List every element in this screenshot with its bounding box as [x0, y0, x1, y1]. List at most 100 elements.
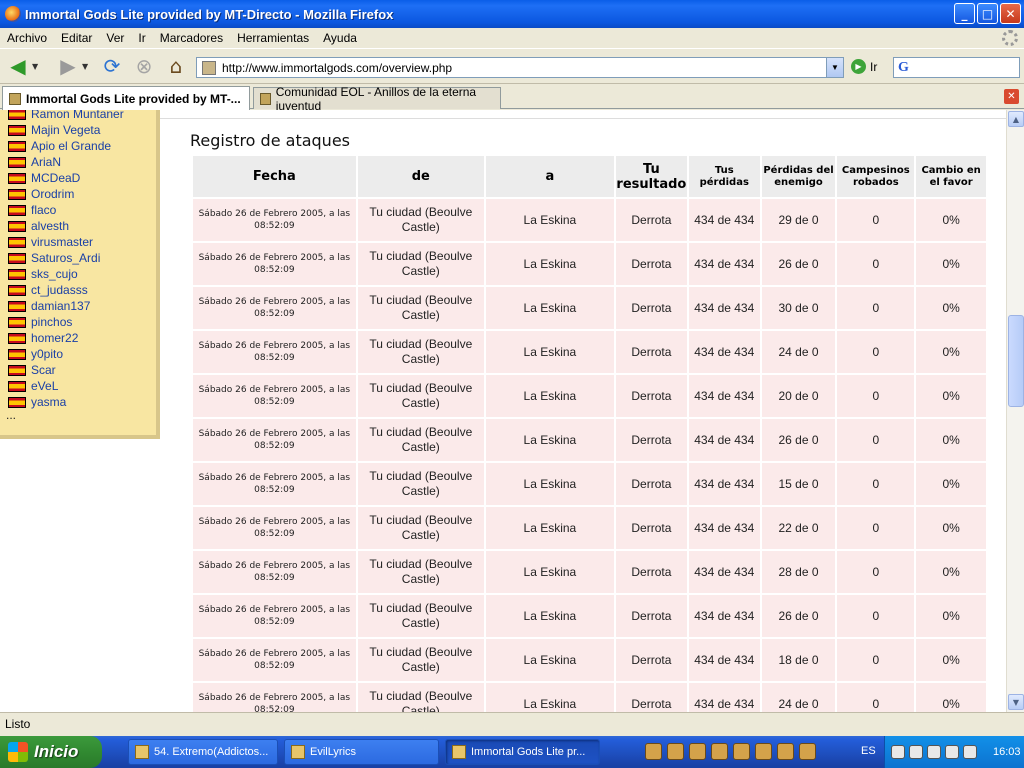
- player-link[interactable]: homer22: [8, 330, 124, 346]
- scroll-thumb[interactable]: [1008, 315, 1024, 407]
- close-tab-icon[interactable]: ✕: [1004, 89, 1019, 104]
- player-name[interactable]: virusmaster: [31, 235, 93, 249]
- player-link[interactable]: ct_judasss: [8, 282, 124, 298]
- task-button-firefox[interactable]: Immortal Gods Lite pr...: [445, 739, 600, 765]
- quick-launch-icon[interactable]: [733, 743, 750, 760]
- player-link[interactable]: damian137: [8, 298, 124, 314]
- player-name[interactable]: yasma: [31, 395, 66, 409]
- player-name[interactable]: flaco: [31, 203, 56, 217]
- language-indicator[interactable]: ES: [861, 745, 876, 757]
- scroll-down-icon[interactable]: ▼: [1008, 694, 1024, 710]
- quick-launch-icon[interactable]: [755, 743, 772, 760]
- spain-flag-icon: [8, 204, 26, 216]
- player-name[interactable]: sks_cujo: [31, 267, 78, 281]
- forward-button[interactable]: ▶: [54, 52, 82, 80]
- player-link[interactable]: AriaN: [8, 154, 124, 170]
- cell-fecha: Sábado 26 de Febrero 2005, a las 08:52:0…: [193, 683, 356, 712]
- player-name[interactable]: Majin Vegeta: [31, 123, 100, 137]
- tray-icon[interactable]: [927, 745, 941, 759]
- cell-cambio: 0%: [916, 595, 986, 637]
- vertical-scrollbar[interactable]: ▲ ▼: [1006, 110, 1024, 712]
- task-button-extremo[interactable]: 54. Extremo(Addictos...: [128, 739, 278, 765]
- menu-marcadores[interactable]: Marcadores: [153, 31, 230, 45]
- player-link[interactable]: Majin Vegeta: [8, 122, 124, 138]
- search-box[interactable]: G: [893, 57, 1020, 78]
- quick-launch-icon[interactable]: [711, 743, 728, 760]
- player-name[interactable]: Apio el Grande: [31, 139, 111, 153]
- player-link[interactable]: Apio el Grande: [8, 138, 124, 154]
- player-link[interactable]: y0pito: [8, 346, 124, 362]
- cell-a: La Eskina: [485, 463, 614, 505]
- window-titlebar[interactable]: Immortal Gods Lite provided by MT-Direct…: [0, 0, 1024, 28]
- cell-campesinos: 0: [837, 419, 915, 461]
- url-text[interactable]: http://www.immortalgods.com/overview.php: [222, 61, 452, 75]
- player-name[interactable]: AriaN: [31, 155, 61, 169]
- cell-cambio: 0%: [916, 551, 986, 593]
- more-players-link[interactable]: ...: [6, 408, 16, 422]
- quick-launch-icon[interactable]: [645, 743, 662, 760]
- tray-icon[interactable]: [909, 745, 923, 759]
- player-link[interactable]: MCDeaD: [8, 170, 124, 186]
- player-name[interactable]: homer22: [31, 331, 78, 345]
- player-link[interactable]: Saturos_Ardi: [8, 250, 124, 266]
- quick-launch-icon[interactable]: [667, 743, 684, 760]
- tray-icon[interactable]: [891, 745, 905, 759]
- menu-ir[interactable]: Ir: [131, 31, 152, 45]
- forward-history-dropdown-icon[interactable]: ▼: [82, 62, 92, 71]
- player-name[interactable]: pinchos: [31, 315, 72, 329]
- player-name[interactable]: Ramon Muntaner: [31, 110, 124, 121]
- menu-editar[interactable]: Editar: [54, 31, 99, 45]
- start-button[interactable]: Inicio: [0, 736, 102, 768]
- player-link[interactable]: alvesth: [8, 218, 124, 234]
- close-button[interactable]: ✕: [1000, 3, 1021, 24]
- player-link[interactable]: Scar: [8, 362, 124, 378]
- scroll-up-icon[interactable]: ▲: [1008, 111, 1024, 127]
- cell-resultado: Derrota: [615, 419, 687, 461]
- tray-icon[interactable]: [963, 745, 977, 759]
- player-link[interactable]: sks_cujo: [8, 266, 124, 282]
- url-bar[interactable]: http://www.immortalgods.com/overview.php…: [196, 57, 844, 78]
- minimize-button[interactable]: _: [954, 3, 975, 24]
- google-search-icon[interactable]: G: [898, 60, 909, 76]
- cell-perdidas-enemigo: 26 de 0: [761, 419, 836, 461]
- quick-launch-icon[interactable]: [689, 743, 706, 760]
- player-name[interactable]: ct_judasss: [31, 283, 88, 297]
- cell-tus-perdidas: 434 de 434: [688, 287, 760, 329]
- tray-icon[interactable]: [945, 745, 959, 759]
- player-link[interactable]: pinchos: [8, 314, 124, 330]
- player-link[interactable]: Ramon Muntaner: [8, 110, 124, 122]
- maximize-button[interactable]: □: [977, 3, 998, 24]
- player-name[interactable]: Saturos_Ardi: [31, 251, 100, 265]
- quick-launch-icon[interactable]: [777, 743, 794, 760]
- player-link[interactable]: eVeL: [8, 378, 124, 394]
- menu-ver[interactable]: Ver: [99, 31, 131, 45]
- stop-button[interactable]: ⊗: [130, 52, 158, 80]
- menu-archivo[interactable]: Archivo: [0, 31, 54, 45]
- player-name[interactable]: alvesth: [31, 219, 69, 233]
- back-history-dropdown-icon[interactable]: ▼: [32, 62, 42, 71]
- player-name[interactable]: Orodrim: [31, 187, 74, 201]
- reload-button[interactable]: ⟳: [98, 52, 126, 80]
- url-history-dropdown-icon[interactable]: ▼: [826, 58, 843, 77]
- quick-launch-icon[interactable]: [799, 743, 816, 760]
- player-link[interactable]: yasma: [8, 394, 124, 410]
- tab-comunidad-eol[interactable]: Comunidad EOL - Anillos de la eterna juv…: [253, 85, 501, 113]
- player-name[interactable]: y0pito: [31, 347, 63, 361]
- player-list: Ramon Muntaner Majin Vegeta Apio el Grande…: [8, 110, 124, 410]
- player-link[interactable]: virusmaster: [8, 234, 124, 250]
- header-tu-resultado: Tu resultado: [615, 156, 687, 197]
- player-name[interactable]: Scar: [31, 363, 56, 377]
- tab-immortal-gods[interactable]: Immortal Gods Lite provided by MT-...: [2, 86, 250, 110]
- menu-herramientas[interactable]: Herramientas: [230, 31, 316, 45]
- home-button[interactable]: ⌂: [162, 52, 190, 80]
- player-name[interactable]: MCDeaD: [31, 171, 80, 185]
- player-link[interactable]: flaco: [8, 202, 124, 218]
- menu-ayuda[interactable]: Ayuda: [316, 31, 364, 45]
- task-button-evillyrics[interactable]: EvilLyrics: [284, 739, 439, 765]
- table-row: Sábado 26 de Febrero 2005, a las 08:52:0…: [193, 419, 986, 461]
- player-name[interactable]: damian137: [31, 299, 90, 313]
- player-link[interactable]: Orodrim: [8, 186, 124, 202]
- player-name[interactable]: eVeL: [31, 379, 58, 393]
- back-button[interactable]: ◀: [4, 52, 32, 80]
- go-button[interactable]: ▶ Ir: [851, 59, 877, 74]
